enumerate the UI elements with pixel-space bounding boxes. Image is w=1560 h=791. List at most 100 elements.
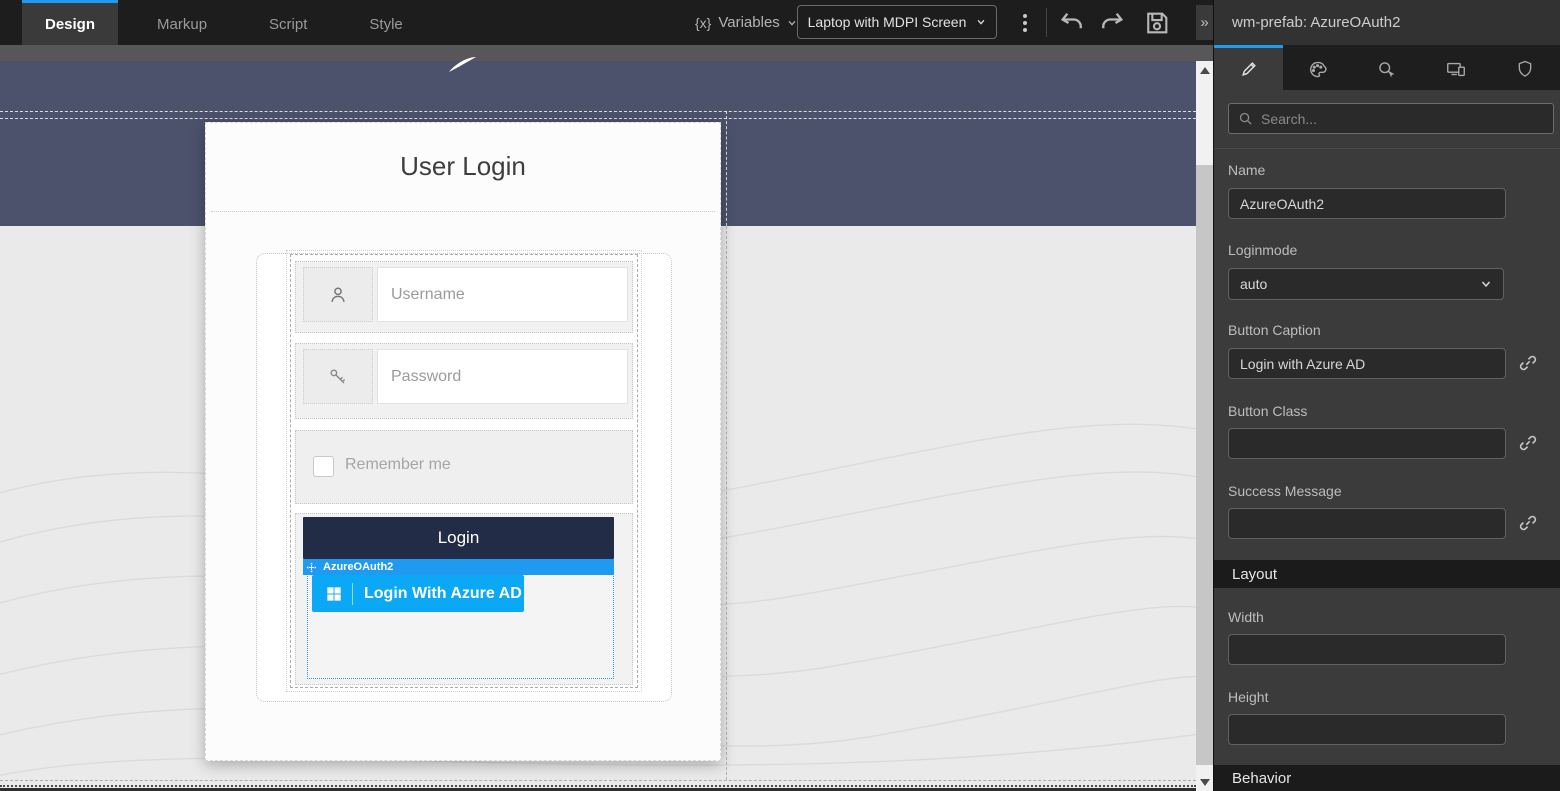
page-outline-bottom [0, 785, 1196, 787]
remember-me-label[interactable]: Remember me [345, 456, 451, 474]
panel-tabs [1214, 45, 1560, 90]
width-label: Width [1228, 609, 1264, 625]
login-card-title[interactable]: User Login [206, 151, 720, 182]
loginmode-select[interactable]: auto [1228, 268, 1504, 300]
prefab-selection-label: AzureOAuth2 [323, 561, 393, 573]
panel-header: wm-prefab: AzureOAuth2 [1214, 0, 1560, 45]
scroll-up-button[interactable] [1196, 61, 1214, 79]
tab-inspect[interactable] [1352, 45, 1421, 90]
button-class-label: Button Class [1228, 403, 1307, 419]
scrollbar-thumb[interactable] [1196, 165, 1214, 765]
search-icon [1238, 111, 1253, 126]
tab-styles[interactable] [1283, 45, 1352, 90]
variables-button[interactable]: {x} Variables [695, 0, 797, 45]
prefab-selection-bar[interactable]: AzureOAuth2 [303, 559, 614, 575]
canvas-scrollbar[interactable] [1196, 61, 1214, 791]
panel-section-divider [1214, 148, 1560, 149]
page-top-strip [0, 45, 1214, 61]
remember-me-row[interactable]: Remember me [295, 430, 633, 504]
devices-icon [1445, 58, 1467, 80]
loginmode-label: Loginmode [1228, 242, 1297, 258]
key-icon [327, 366, 349, 388]
device-preview-value: Laptop with MDPI Screen [808, 14, 967, 30]
button-class-input[interactable] [1228, 428, 1506, 459]
triangle-down-icon [1200, 779, 1210, 786]
undo-button[interactable] [1058, 9, 1086, 37]
button-caption-input[interactable] [1228, 348, 1506, 379]
login-button-label: Login [438, 528, 480, 548]
password-input[interactable] [377, 349, 628, 404]
section-layout[interactable]: Layout [1214, 560, 1560, 588]
tab-design[interactable]: Design [22, 0, 118, 45]
tab-devices[interactable] [1422, 45, 1491, 90]
scroll-down-button[interactable] [1196, 773, 1214, 791]
username-row[interactable] [295, 261, 633, 333]
tab-properties[interactable] [1214, 45, 1283, 90]
tab-script[interactable]: Script [246, 0, 330, 45]
button-divider [352, 583, 353, 605]
top-toolbar: Design Markup Script Style {x} Variables… [0, 0, 1214, 45]
chevron-down-icon [976, 17, 986, 27]
width-input[interactable] [1228, 634, 1506, 665]
height-label: Height [1228, 689, 1268, 705]
loginmode-value: auto [1240, 276, 1267, 292]
tab-markup[interactable]: Markup [134, 0, 230, 45]
login-form-container[interactable]: Remember me Login AzureOAuth2 [290, 254, 638, 688]
selected-widget-title: wm-prefab: AzureOAuth2 [1232, 14, 1400, 31]
azure-login-button-label: Login With Azure AD [364, 585, 522, 603]
more-options-button[interactable] [1016, 10, 1034, 36]
design-canvas: User Login [0, 45, 1214, 791]
success-message-label: Success Message [1228, 483, 1342, 499]
page-selection-outline-top [0, 111, 1196, 112]
container-selection-outline-top [0, 118, 1196, 119]
logo-swoosh [447, 56, 477, 74]
variables-label: Variables [718, 14, 779, 31]
tab-style[interactable]: Style [346, 0, 425, 45]
buttons-row: Login AzureOAuth2 Logi [295, 513, 633, 685]
move-icon [306, 562, 317, 573]
shield-icon [1515, 59, 1535, 79]
property-search[interactable] [1228, 103, 1554, 134]
triangle-up-icon [1200, 67, 1210, 74]
pencil-icon [1239, 59, 1259, 79]
save-button[interactable] [1143, 9, 1171, 37]
user-icon [327, 284, 349, 306]
properties-panel: wm-prefab: AzureOAuth2 [1214, 0, 1560, 791]
tab-security[interactable] [1491, 45, 1560, 90]
login-card-widget[interactable]: User Login [205, 122, 721, 761]
username-input[interactable] [377, 267, 628, 322]
remember-me-checkbox[interactable] [313, 456, 334, 477]
property-search-input[interactable] [1261, 111, 1544, 127]
button-caption-label: Button Caption [1228, 322, 1321, 338]
palette-icon [1307, 59, 1328, 80]
layout-section-title: Layout [1232, 566, 1277, 583]
card-header-separator [211, 211, 715, 212]
inspect-icon [1376, 59, 1397, 80]
bind-link-icon[interactable] [1517, 432, 1539, 454]
windows-logo-icon [326, 586, 342, 602]
section-behavior[interactable]: Behavior [1214, 765, 1560, 791]
behavior-section-title: Behavior [1232, 770, 1291, 787]
height-input[interactable] [1228, 714, 1506, 745]
bind-link-icon[interactable] [1517, 512, 1539, 534]
success-message-input[interactable] [1228, 508, 1506, 539]
name-label: Name [1228, 162, 1265, 178]
name-input[interactable] [1228, 188, 1506, 219]
chevron-down-icon [1480, 278, 1492, 290]
variables-icon: {x} [695, 15, 711, 31]
azure-login-button[interactable]: Login With Azure AD [312, 575, 524, 612]
username-icon-cell [303, 267, 373, 322]
login-button[interactable]: Login [303, 517, 614, 559]
container-selection-outline-right-lower [726, 226, 727, 780]
device-preview-select[interactable]: Laptop with MDPI Screen [797, 5, 997, 39]
editor-mode-tabs: Design Markup Script Style [22, 0, 442, 45]
bind-link-icon[interactable] [1517, 352, 1539, 374]
password-icon-cell [303, 349, 373, 404]
designer-workspace: Design Markup Script Style {x} Variables… [0, 0, 1214, 791]
toolbar-divider [1046, 8, 1047, 37]
chevron-down-icon [787, 18, 797, 28]
redo-button[interactable] [1098, 9, 1126, 37]
panel-collapse-button[interactable]: » [1196, 5, 1213, 40]
page-selection-outline-bottom [0, 780, 1196, 781]
password-row[interactable] [295, 343, 633, 419]
